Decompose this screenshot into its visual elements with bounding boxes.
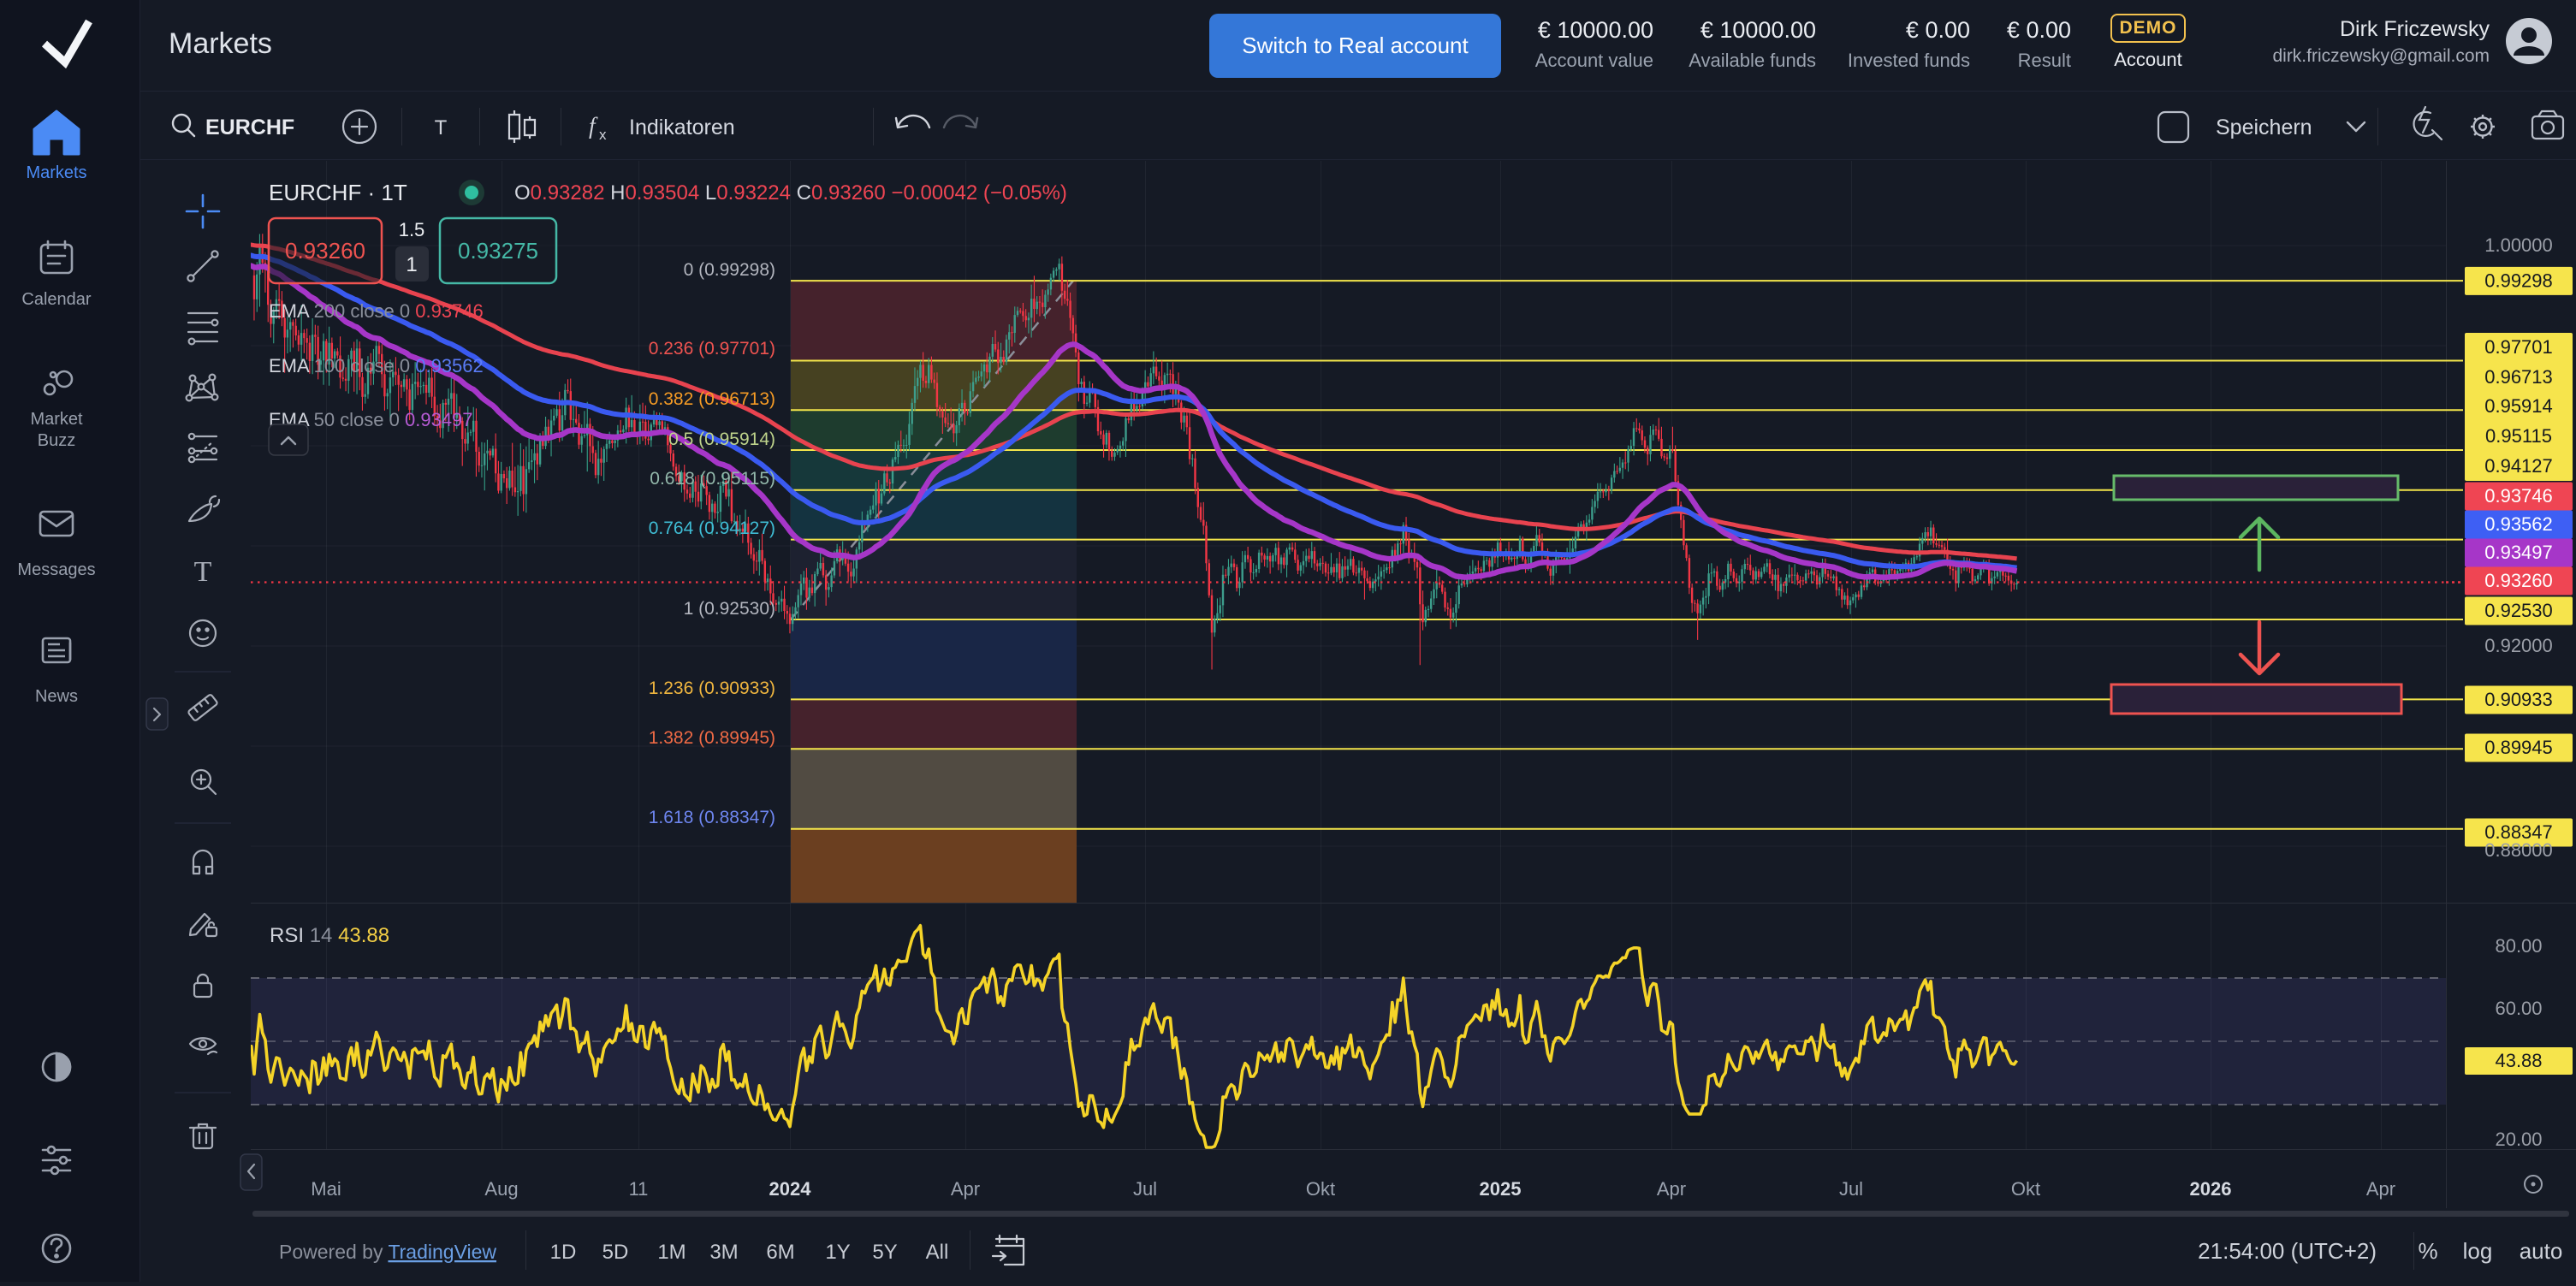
svg-text:0.89945: 0.89945 [2484, 737, 2553, 758]
svg-text:0 (0.99298): 0 (0.99298) [684, 260, 775, 280]
svg-text:21:54:00 (UTC+2): 21:54:00 (UTC+2) [2198, 1238, 2377, 1264]
svg-text:0.5 (0.95914): 0.5 (0.95914) [668, 430, 775, 449]
svg-text:1.5: 1.5 [399, 219, 425, 240]
svg-text:0.94127: 0.94127 [2484, 455, 2553, 477]
svg-text:2026: 2026 [2190, 1178, 2232, 1200]
svg-text:News: News [35, 687, 78, 706]
svg-text:T: T [435, 116, 448, 139]
svg-text:Mai: Mai [311, 1178, 341, 1200]
svg-text:6M: 6M [766, 1241, 794, 1264]
svg-text:60.00: 60.00 [2495, 998, 2542, 1019]
svg-text:1 (0.92530): 1 (0.92530) [684, 599, 775, 619]
svg-text:Markets: Markets [26, 163, 86, 182]
svg-text:O0.93282 H0.93504 L0.93224 C0.: O0.93282 H0.93504 L0.93224 C0.93260 −0.0… [514, 181, 1067, 204]
svg-text:5D: 5D [602, 1241, 629, 1264]
svg-text:1.382 (0.89945): 1.382 (0.89945) [649, 728, 775, 748]
svg-text:0.96713: 0.96713 [2484, 366, 2553, 388]
svg-text:Powered by TradingView: Powered by TradingView [279, 1241, 496, 1263]
svg-text:Market: Market [30, 410, 83, 429]
svg-text:0.95115: 0.95115 [2485, 425, 2552, 447]
svg-text:1: 1 [406, 253, 417, 276]
svg-text:0.95914: 0.95914 [2484, 395, 2553, 417]
svg-text:0.99298: 0.99298 [2484, 270, 2553, 291]
svg-text:0.93275: 0.93275 [458, 238, 538, 264]
svg-text:Speichern: Speichern [2216, 116, 2312, 139]
svg-text:Calendar: Calendar [21, 290, 92, 309]
svg-text:0.97701: 0.97701 [2484, 336, 2553, 358]
svg-text:3M: 3M [709, 1241, 738, 1264]
svg-text:0.764 (0.94127): 0.764 (0.94127) [649, 519, 775, 538]
svg-text:0.93497: 0.93497 [2484, 542, 2553, 563]
svg-text:Okt: Okt [2011, 1178, 2040, 1200]
svg-text:Messages: Messages [17, 560, 95, 579]
svg-text:RSI 14 43.88: RSI 14 43.88 [270, 924, 389, 947]
svg-text:EMA 200 close 0 0.93746: EMA 200 close 0 0.93746 [269, 300, 484, 322]
svg-text:80.00: 80.00 [2495, 935, 2542, 957]
svg-text:43.88: 43.88 [2495, 1050, 2542, 1071]
svg-text:Apr: Apr [951, 1178, 980, 1200]
svg-text:Aug: Aug [484, 1178, 518, 1200]
svg-text:0.88000: 0.88000 [2484, 839, 2553, 861]
svg-text:%: % [2418, 1238, 2437, 1264]
svg-text:log: log [2463, 1238, 2493, 1264]
svg-text:0.92530: 0.92530 [2484, 600, 2553, 621]
svg-text:0.93260: 0.93260 [285, 238, 365, 264]
svg-text:20.00: 20.00 [2495, 1129, 2542, 1150]
svg-text:0.93746: 0.93746 [2484, 485, 2553, 507]
svg-text:f: f [589, 113, 598, 139]
svg-text:0.236 (0.97701): 0.236 (0.97701) [649, 339, 775, 359]
svg-text:1D: 1D [550, 1241, 577, 1264]
svg-text:Indikatoren: Indikatoren [629, 116, 735, 139]
svg-text:Buzz: Buzz [38, 431, 75, 450]
svg-text:0.618 (0.95115): 0.618 (0.95115) [650, 469, 775, 489]
svg-text:1.00000: 1.00000 [2484, 234, 2553, 256]
svg-text:EURCHF: EURCHF [205, 116, 294, 139]
svg-text:Okt: Okt [1306, 1178, 1335, 1200]
svg-text:EURCHF · 1T: EURCHF · 1T [269, 180, 407, 205]
svg-text:0.382 (0.96713): 0.382 (0.96713) [649, 389, 775, 409]
svg-text:0.93260: 0.93260 [2484, 570, 2553, 591]
svg-text:EMA 100 close 0 0.93562: EMA 100 close 0 0.93562 [269, 355, 484, 376]
svg-text:auto: auto [2520, 1238, 2563, 1264]
svg-text:2025: 2025 [1480, 1178, 1522, 1200]
svg-text:1Y: 1Y [825, 1241, 850, 1264]
svg-text:x: x [599, 127, 607, 143]
svg-text:5Y: 5Y [872, 1241, 897, 1264]
svg-text:Apr: Apr [2366, 1178, 2395, 1200]
svg-text:0.92000: 0.92000 [2484, 635, 2553, 656]
svg-text:T: T [194, 556, 212, 588]
svg-text:11: 11 [629, 1178, 649, 1200]
svg-text:0.90933: 0.90933 [2484, 689, 2553, 710]
svg-text:1.236 (0.90933): 1.236 (0.90933) [649, 679, 775, 698]
svg-text:2024: 2024 [769, 1178, 812, 1200]
svg-text:Jul: Jul [1133, 1178, 1157, 1200]
svg-text:1.618 (0.88347): 1.618 (0.88347) [649, 808, 775, 827]
svg-text:Apr: Apr [1657, 1178, 1686, 1200]
svg-text:1M: 1M [657, 1241, 686, 1264]
svg-text:0.93562: 0.93562 [2484, 513, 2553, 535]
svg-text:Jul: Jul [1839, 1178, 1863, 1200]
svg-text:All: All [926, 1241, 949, 1264]
